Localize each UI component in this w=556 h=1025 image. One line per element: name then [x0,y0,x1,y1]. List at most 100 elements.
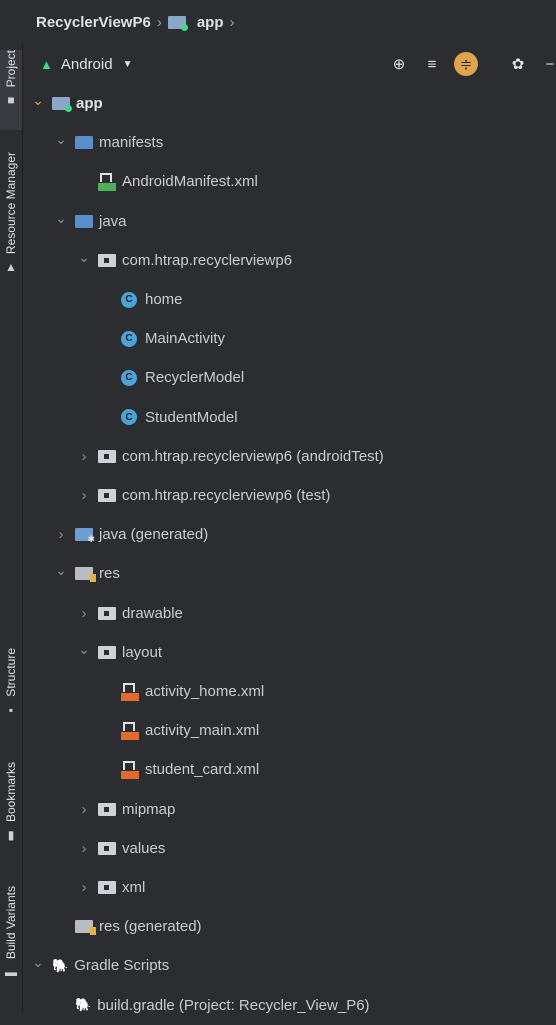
xml-file-icon [121,682,139,701]
tree-row[interactable]: › com.htrap.recyclerviewp6 (androidTest) [76,437,384,476]
file-badge [121,692,139,701]
shapes-icon: ▲ [5,260,17,275]
package-icon [98,802,116,816]
chevron-right-icon[interactable]: › [76,840,92,857]
folder-icon [75,136,93,150]
folder-icon [75,920,96,936]
tab-structure[interactable]: Structure ▪ [0,648,22,732]
tree-row[interactable]: ⌄ layout [76,633,162,672]
tree-row[interactable]: student_card.xml [99,750,259,789]
tree-row-label: RecyclerModel [145,369,245,387]
tree-row-label: com.htrap.recyclerviewp6 (test) [122,487,331,504]
expand-all-icon[interactable]: ≡ [420,52,444,76]
breadcrumb-module[interactable]: app [167,14,223,31]
project-panel-header: ▲ Android ▼ ⊕ ≡ ≑ ✿ − [40,46,556,82]
chevron-right-icon[interactable]: › [76,801,92,818]
class-icon: C [121,369,137,386]
tool-window-strip: Project ■ Resource Manager ▲ Structure ▪… [0,44,23,1014]
chevron-right-icon[interactable]: › [76,605,92,622]
tree-row-label: AndroidManifest.xml [122,173,258,191]
gradle-icon: 🐘 [75,997,92,1013]
tab-build-variants-label: Build Variants [4,886,18,960]
tree-row[interactable]: ⌄ res [53,554,120,593]
minimize-icon[interactable]: − [538,52,556,76]
tree-row[interactable]: AndroidManifest.xml [76,162,258,201]
breadcrumb-project[interactable]: RecyclerViewP6 [36,14,151,31]
collapse-all-icon[interactable]: ≑ [454,52,478,76]
tree-row-label: values [122,839,166,857]
tab-structure-label: Structure [4,648,18,697]
chevron-right-icon[interactable]: › [53,526,69,543]
chevron-down-icon[interactable]: ▼ [123,59,133,70]
tree-row[interactable]: C RecyclerModel [99,358,244,397]
tree-row-label: com.htrap.recyclerviewp6 (androidTest) [122,447,384,465]
gradle-icon: 🐘 [52,957,69,973]
tree-row[interactable]: activity_home.xml [99,672,264,711]
tree-row[interactable]: ⌄ 🐘 Gradle Scripts [30,946,169,985]
file-outline [100,172,112,182]
chevron-down-icon[interactable]: ⌄ [76,249,92,266]
tree-row[interactable]: C StudentModel [99,398,238,437]
tree-row-label: res [99,565,120,583]
tree-row-label: activity_home.xml [145,683,265,700]
breadcrumb-separator: › [229,13,235,31]
tree-row[interactable]: ⌄ java [53,202,126,241]
tab-resource-manager-label: Resource Manager [4,152,18,255]
build-variants-icon: ▬ [5,965,17,980]
tree-row[interactable]: Chome [99,280,183,319]
breadcrumb: RecyclerViewP6 › app › [0,0,556,44]
tree-row[interactable]: › java (generated) [53,515,209,554]
tree-row-label: activity_main.xml [145,722,260,740]
tree-row[interactable]: › drawable [76,594,183,633]
tree-row-label: home [145,291,183,308]
project-view-selector[interactable]: Android [61,56,113,73]
tree-row[interactable]: ⌄ manifests [53,123,163,162]
tree-row-label: Gradle Scripts [74,957,170,975]
tab-project-label: Project [4,50,18,88]
folder-icon: ■ [7,93,15,108]
folder-icon [52,97,72,112]
tab-project[interactable]: Project ■ [0,50,22,130]
chevron-right-icon[interactable]: › [76,487,92,504]
package-icon [98,606,116,620]
structure-icon: ▪ [8,702,14,717]
tree-row[interactable]: C MainActivity [99,319,225,358]
tab-build-variants[interactable]: Build Variants ▬ [0,886,22,996]
tree-row[interactable]: › com.htrap.recyclerviewp6 (test) [76,476,331,515]
tree-row[interactable]: ⌄ com.htrap.recyclerviewp6 [76,241,292,280]
tree-row[interactable]: › xml [76,868,146,907]
chevron-down-icon[interactable]: ⌄ [76,641,92,658]
tree-row-label: manifests [99,134,164,152]
package-icon [98,449,116,463]
package-icon [98,841,116,855]
chevron-right-icon[interactable]: › [76,879,92,896]
tree-row-label: StudentModel [145,408,238,426]
chevron-down-icon[interactable]: ⌄ [53,562,69,579]
xml-file-icon [121,760,139,779]
tree-row[interactable]: › values [76,829,166,868]
module-folder-icon [167,15,188,31]
tree-row[interactable]: ⌄ app [30,84,103,123]
file-outline [123,760,135,770]
file-badge [121,731,139,740]
chevron-down-icon[interactable]: ⌄ [30,954,46,971]
tree-row-label: java (generated) [99,526,209,544]
tab-resource-manager[interactable]: Resource Manager ▲ [0,152,22,302]
locate-file-icon[interactable]: ⊕ [387,52,411,76]
chevron-down-icon[interactable]: ⌄ [53,210,69,227]
tree-row[interactable]: res (generated) [53,907,202,946]
android-icon: ▲ [40,56,53,72]
chevron-right-icon[interactable]: › [76,448,92,465]
tree-row-label: app [76,95,103,112]
chevron-down-icon[interactable]: ⌄ [53,131,69,148]
tree-row-label: res (generated) [99,918,202,936]
file-outline [123,721,135,731]
tree-row[interactable]: activity_main.xml [99,711,259,750]
chevron-down-icon[interactable]: ⌄ [30,92,46,109]
tree-row[interactable]: 🐘 build.gradle (Project: Recycler_View_P6… [53,986,370,1025]
tree-row-label: xml [122,879,146,896]
tab-bookmarks[interactable]: Bookmarks ▮ [0,762,22,860]
folder-icon [75,214,93,228]
gear-icon[interactable]: ✿ [506,52,530,76]
tree-row[interactable]: › mipmap [76,790,176,829]
